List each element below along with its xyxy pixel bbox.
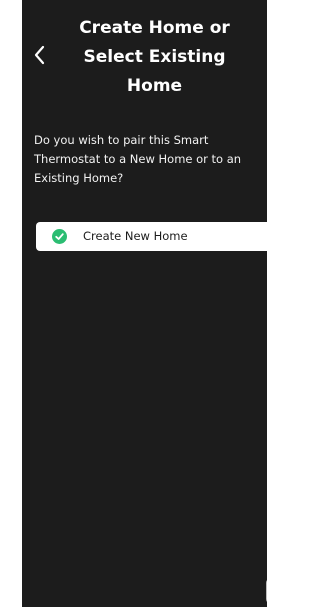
create-new-home-option[interactable]: Create New Home (36, 222, 267, 251)
pairing-question: Do you wish to pair this Smart Thermosta… (34, 133, 242, 185)
screen: Create Home or Select Existing Home Do y… (0, 0, 267, 607)
chevron-left-icon (34, 45, 45, 65)
next-button[interactable] (266, 578, 267, 604)
option-label: Create New Home (83, 229, 188, 243)
app-view: Create Home or Select Existing Home Do y… (22, 0, 267, 607)
check-circle-icon (52, 229, 67, 244)
page-title: Create Home or Select Existing Home (79, 18, 230, 96)
back-button[interactable] (31, 44, 49, 66)
